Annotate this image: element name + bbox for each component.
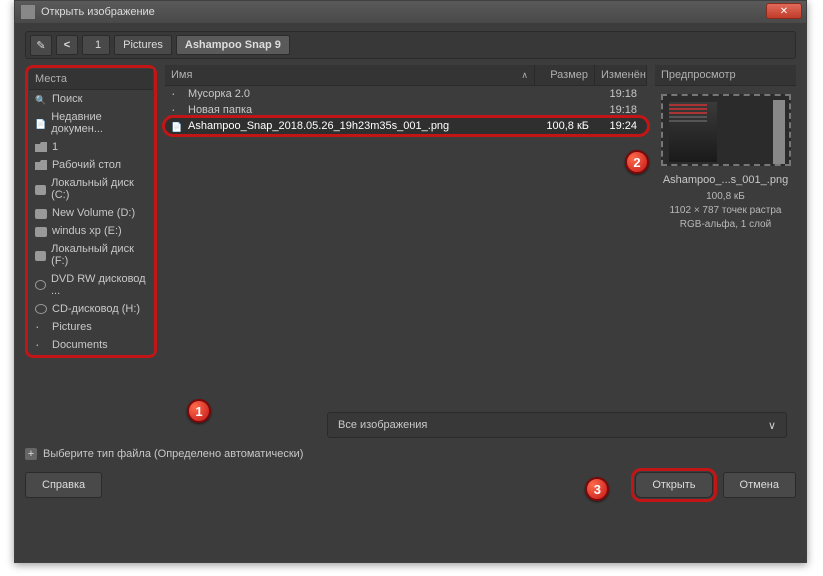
sidebar-item-label: Pictures bbox=[52, 321, 92, 333]
path-segment-pictures[interactable]: Pictures bbox=[114, 35, 172, 55]
sidebar-item-label: Поиск bbox=[52, 93, 82, 105]
window-title: Открыть изображение bbox=[41, 6, 155, 18]
sidebar-item-label: windus xp (E:) bbox=[52, 225, 122, 237]
col-modified[interactable]: Изменён bbox=[595, 65, 647, 85]
col-size[interactable]: Размер bbox=[535, 65, 595, 85]
open-button[interactable]: Открыть bbox=[635, 472, 712, 498]
file-name: Новая папка bbox=[188, 104, 529, 116]
preview-mode: RGB-альфа, 1 слой bbox=[659, 218, 792, 232]
sidebar-item[interactable]: Pictures bbox=[29, 318, 153, 336]
sidebar-item[interactable]: Недавние докумен... bbox=[29, 108, 153, 138]
sort-icon bbox=[521, 69, 528, 81]
places-header: Места bbox=[29, 69, 153, 90]
sidebar-item-label: Недавние докумен... bbox=[51, 111, 147, 135]
dialog-window: Открыть изображение ✕ ✎ < 1 Pictures Ash… bbox=[14, 0, 807, 563]
sidebar-item[interactable]: DVD RW дисковод ... bbox=[29, 270, 153, 300]
drive-icon bbox=[35, 185, 46, 195]
sidebar-item-label: Локальный диск (F:) bbox=[51, 243, 147, 267]
sidebar-item[interactable]: 1 bbox=[29, 138, 153, 156]
file-name: Ashampoo_Snap_2018.05.26_19h23m35s_001_.… bbox=[188, 120, 529, 132]
file-header: Имя Размер Изменён bbox=[165, 65, 647, 86]
sidebar-item[interactable]: New Volume (D:) bbox=[29, 204, 153, 222]
image-icon bbox=[171, 121, 183, 131]
sidebar-item[interactable]: Локальный диск (C:) bbox=[29, 174, 153, 204]
path-drive[interactable]: 1 bbox=[82, 35, 110, 55]
sidebar-item[interactable]: windus xp (E:) bbox=[29, 222, 153, 240]
cd-icon bbox=[35, 280, 46, 290]
col-name[interactable]: Имя bbox=[165, 65, 535, 85]
file-size: 100,8 кБ bbox=[529, 120, 589, 132]
sidebar-item[interactable]: Локальный диск (F:) bbox=[29, 240, 153, 270]
path-back-button[interactable]: < bbox=[56, 35, 78, 55]
close-button[interactable]: ✕ bbox=[766, 3, 802, 19]
sidebar-item-label: DVD RW дисковод ... bbox=[51, 273, 147, 297]
cancel-button[interactable]: Отмена bbox=[723, 472, 796, 498]
file-modified: 19:18 bbox=[589, 104, 641, 116]
folder-icon bbox=[171, 89, 183, 99]
search-icon bbox=[35, 94, 47, 104]
file-list: Мусорка 2.0 19:18 Новая папка 19:18 Ashampoo… bbox=[165, 86, 647, 406]
preview-dimensions: 1102 × 787 точек растра bbox=[659, 204, 792, 218]
doc-icon bbox=[35, 118, 46, 128]
drive-icon bbox=[35, 227, 47, 237]
chevron-down-icon bbox=[768, 419, 776, 432]
path-bar: ✎ < 1 Pictures Ashampoo Snap 9 bbox=[25, 31, 796, 59]
file-row[interactable]: Мусорка 2.0 19:18 bbox=[165, 86, 647, 102]
sidebar-item-label: Documents bbox=[52, 339, 108, 351]
sidebar-item[interactable]: Рабочий стол bbox=[29, 156, 153, 174]
preview-filename: Ashampoo_...s_001_.png bbox=[659, 174, 792, 186]
preview-thumbnail bbox=[661, 94, 791, 166]
sidebar-item-label: 1 bbox=[52, 141, 58, 153]
sidebar-item-label: Локальный диск (C:) bbox=[51, 177, 147, 201]
cd-icon bbox=[35, 304, 47, 314]
dot-icon bbox=[35, 340, 47, 350]
filter-label: Все изображения bbox=[338, 419, 427, 431]
path-segment-current[interactable]: Ashampoo Snap 9 bbox=[176, 35, 290, 55]
folder-icon bbox=[35, 160, 47, 170]
marker-3: 3 bbox=[585, 477, 609, 501]
sidebar-item-label: CD-дисковод (H:) bbox=[52, 303, 140, 315]
app-icon bbox=[21, 5, 35, 19]
file-row[interactable]: Ashampoo_Snap_2018.05.26_19h23m35s_001_.… bbox=[165, 118, 647, 134]
sidebar-item[interactable]: Поиск bbox=[29, 90, 153, 108]
sidebar-item[interactable]: CD-дисковод (H:) bbox=[29, 300, 153, 318]
sidebar-item-label: New Volume (D:) bbox=[52, 207, 135, 219]
preview-panel: Предпросмотр Ashampoo_...s_001_.png 100,… bbox=[655, 65, 796, 406]
drive-icon bbox=[35, 209, 47, 219]
drive-icon bbox=[35, 251, 46, 261]
preview-size: 100,8 кБ bbox=[659, 190, 792, 204]
sidebar-item[interactable]: Documents bbox=[29, 336, 153, 354]
button-row: Справка 3 Открыть Отмена bbox=[25, 468, 796, 498]
marker-1: 1 bbox=[187, 399, 211, 423]
help-button[interactable]: Справка bbox=[25, 472, 102, 498]
titlebar[interactable]: Открыть изображение ✕ bbox=[15, 1, 806, 23]
marker-2: 2 bbox=[625, 150, 649, 174]
plus-icon: + bbox=[25, 448, 37, 460]
type-toggle[interactable]: + Выберите тип файла (Определено автомат… bbox=[25, 444, 796, 468]
file-filter-dropdown[interactable]: Все изображения bbox=[327, 412, 787, 438]
file-modified: 19:18 bbox=[589, 88, 641, 100]
sidebar-item-label: Рабочий стол bbox=[52, 159, 121, 171]
folder-icon bbox=[171, 105, 183, 115]
sidebar: Места Поиск Недавние докумен... 1 Рабочий с… bbox=[25, 65, 157, 406]
dot-icon bbox=[35, 322, 47, 332]
path-edit-button[interactable]: ✎ bbox=[30, 35, 52, 56]
preview-header: Предпросмотр bbox=[655, 65, 796, 86]
file-row[interactable]: Новая папка 19:18 bbox=[165, 102, 647, 118]
file-name: Мусорка 2.0 bbox=[188, 88, 529, 100]
file-modified: 19:24 bbox=[589, 120, 641, 132]
folder-open-icon bbox=[35, 142, 47, 152]
file-area: Имя Размер Изменён Мусорка 2.019:18Новая… bbox=[165, 65, 647, 406]
